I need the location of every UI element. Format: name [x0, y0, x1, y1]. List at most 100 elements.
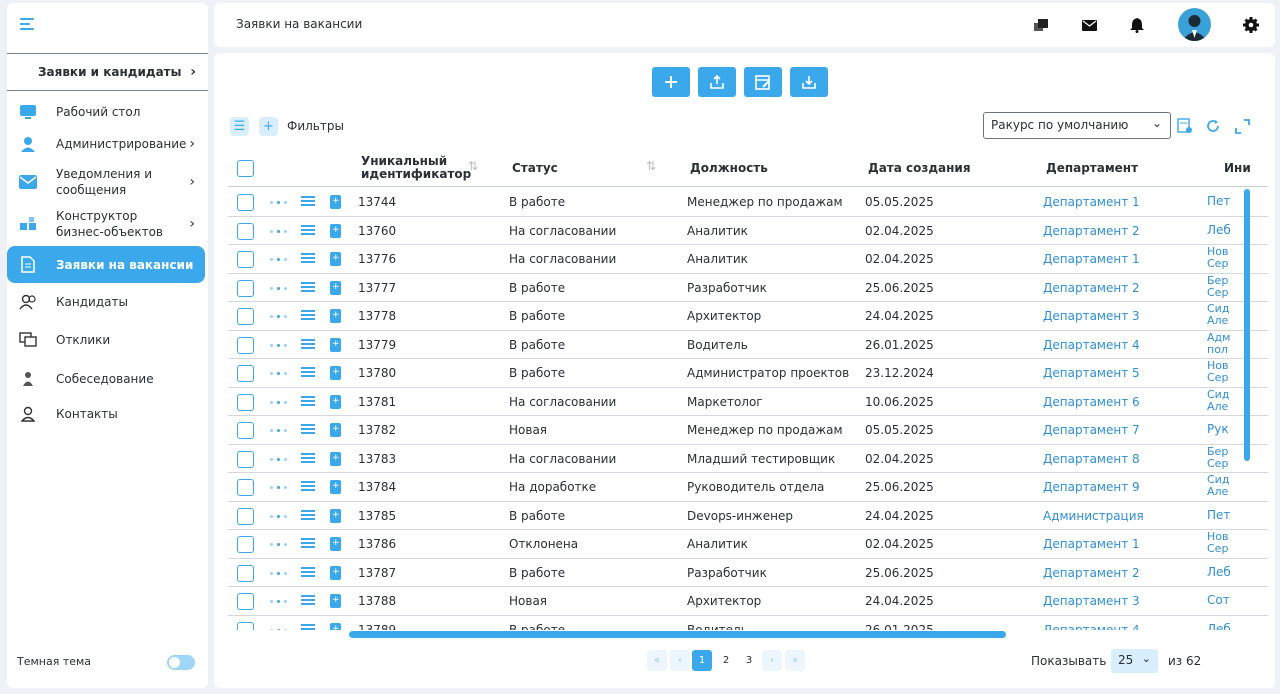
clipboard-icon[interactable] [330, 280, 341, 295]
clipboard-icon[interactable] [330, 309, 341, 323]
row-checkbox[interactable] [237, 564, 254, 582]
details-icon[interactable] [301, 281, 315, 294]
cell-department-link[interactable]: Департамент 5 [1043, 366, 1140, 380]
add-filter-icon[interactable]: + [259, 117, 278, 136]
clipboard-icon[interactable] [330, 252, 341, 266]
clipboard-icon[interactable] [330, 622, 341, 630]
row-checkbox[interactable] [237, 621, 254, 630]
table-row[interactable]: 13785 В работе Devops-инженер 24.04.2025 Адм… [228, 502, 1268, 530]
cell-department-link[interactable]: Департамент 1 [1043, 252, 1140, 266]
row-checkbox[interactable] [237, 194, 254, 211]
bell-icon[interactable] [1129, 17, 1145, 33]
mail-icon[interactable] [1081, 17, 1097, 33]
more-actions-icon[interactable] [270, 201, 290, 204]
table-row[interactable]: 13783 На согласовании Младший тестировщик 0… [228, 445, 1268, 473]
table-row[interactable]: 13760 На согласовании Аналитик 02.04.2025 Де… [228, 217, 1268, 245]
details-icon[interactable] [301, 538, 315, 550]
table-row[interactable]: 13781 На согласовании Маркетолог 10.06.2025… [228, 388, 1268, 416]
details-icon[interactable] [301, 509, 315, 522]
details-icon[interactable] [301, 623, 315, 631]
more-actions-icon[interactable] [270, 543, 290, 546]
dark-theme-toggle[interactable] [167, 655, 195, 670]
clipboard-icon[interactable] [330, 537, 341, 551]
per-page-select[interactable]: 25 ⌄ [1111, 649, 1158, 673]
row-checkbox[interactable] [237, 479, 254, 496]
table-row[interactable]: 13786 Отклонена Аналитик 02.04.2025 Департам… [228, 530, 1268, 559]
column-header-date[interactable]: Дата создания [868, 161, 971, 175]
cell-initiator-link[interactable]: Рук [1207, 423, 1229, 435]
details-icon[interactable] [301, 395, 315, 408]
more-actions-icon[interactable] [270, 372, 290, 375]
list-view-icon[interactable]: ☰ [230, 117, 249, 136]
page-1-button[interactable]: 1 [692, 650, 712, 671]
column-header-initiator[interactable]: Ини [1224, 161, 1251, 175]
add-button[interactable] [652, 67, 690, 97]
row-checkbox[interactable] [237, 222, 254, 240]
sort-icon[interactable]: ⇅ [468, 159, 478, 173]
clipboard-icon[interactable] [330, 451, 341, 466]
details-icon[interactable] [301, 253, 315, 265]
more-actions-icon[interactable] [270, 457, 290, 461]
more-actions-icon[interactable] [270, 571, 290, 575]
sidebar-item-vacancies[interactable]: Заявки на вакансии [7, 246, 205, 283]
details-icon[interactable] [301, 452, 315, 465]
windows-icon[interactable] [1033, 17, 1049, 33]
cell-department-link[interactable]: Департамент 7 [1043, 423, 1140, 437]
table-row[interactable]: 13782 Новая Менеджер по продажам 05.05.2025… [228, 416, 1268, 445]
page-3-button[interactable]: 3 [739, 650, 759, 671]
cell-initiator-link[interactable]: Леб [1207, 566, 1231, 578]
table-row[interactable]: 13779 В работе Водитель 26.01.2025 Департаме… [228, 331, 1268, 359]
details-icon[interactable] [301, 595, 315, 607]
first-page-button[interactable]: « [647, 650, 667, 671]
cell-initiator-link[interactable]: Бер Сер [1207, 445, 1228, 470]
row-checkbox[interactable] [237, 393, 254, 411]
row-checkbox[interactable] [237, 536, 254, 553]
more-actions-icon[interactable] [270, 600, 290, 603]
menu-toggle-icon[interactable] [20, 18, 38, 36]
avatar[interactable] [1178, 8, 1211, 41]
clipboard-icon[interactable] [330, 337, 341, 352]
clipboard-icon[interactable] [330, 565, 341, 580]
more-actions-icon[interactable] [270, 628, 290, 630]
download-button[interactable] [790, 67, 828, 97]
cell-department-link[interactable]: Департамент 2 [1043, 281, 1140, 295]
row-checkbox[interactable] [237, 507, 254, 525]
cell-department-link[interactable]: Департамент 2 [1043, 566, 1140, 580]
cell-department-link[interactable]: Департамент 1 [1043, 537, 1140, 551]
cell-initiator-link[interactable]: Бер Сер [1207, 274, 1228, 299]
details-icon[interactable] [301, 338, 315, 351]
clipboard-icon[interactable] [330, 508, 341, 523]
cell-initiator-link[interactable]: Сид Але [1207, 303, 1229, 327]
column-header-id[interactable]: Уникальный идентификатор [361, 155, 471, 181]
clipboard-icon[interactable] [330, 394, 341, 409]
cell-initiator-link[interactable]: Леб [1207, 224, 1231, 236]
more-actions-icon[interactable] [270, 429, 290, 432]
filters-label[interactable]: Фильтры [287, 119, 344, 133]
table-row[interactable]: 13787 В работе Разработчик 25.06.2025 Департ… [228, 559, 1268, 587]
last-page-button[interactable]: » [785, 650, 805, 671]
upload-button[interactable] [698, 67, 736, 97]
sidebar-item-desktop[interactable]: Рабочий стол [7, 100, 205, 124]
row-checkbox[interactable] [237, 279, 254, 297]
details-icon[interactable] [301, 566, 315, 579]
sort-icon[interactable]: ⇅ [646, 159, 656, 173]
row-checkbox[interactable] [237, 593, 254, 610]
more-actions-icon[interactable] [270, 229, 290, 233]
column-header-status[interactable]: Статус [512, 161, 558, 175]
row-checkbox[interactable] [237, 422, 254, 439]
table-row[interactable]: 13788 Новая Архитектор 24.04.2025 Департамен… [228, 587, 1268, 616]
table-row[interactable]: 13780 В работе Администратор проектов 23.12… [228, 359, 1268, 388]
page-2-button[interactable]: 2 [716, 650, 736, 671]
more-actions-icon[interactable] [270, 514, 290, 518]
cell-initiator-link[interactable]: Пет [1207, 509, 1230, 521]
details-icon[interactable] [301, 196, 315, 208]
gear-icon[interactable] [1243, 17, 1259, 33]
row-checkbox[interactable] [237, 450, 254, 468]
details-icon[interactable] [301, 481, 315, 493]
edit-form-button[interactable] [744, 67, 782, 97]
table-row[interactable]: 13784 На доработке Руководитель отдела 25.0… [228, 473, 1268, 502]
cell-department-link[interactable]: Департамент 8 [1043, 452, 1140, 466]
view-select[interactable]: Ракурс по умолчанию ⌄ [983, 112, 1171, 139]
cell-department-link[interactable]: Администрация [1043, 509, 1144, 523]
cell-department-link[interactable]: Департамент 3 [1043, 309, 1140, 323]
